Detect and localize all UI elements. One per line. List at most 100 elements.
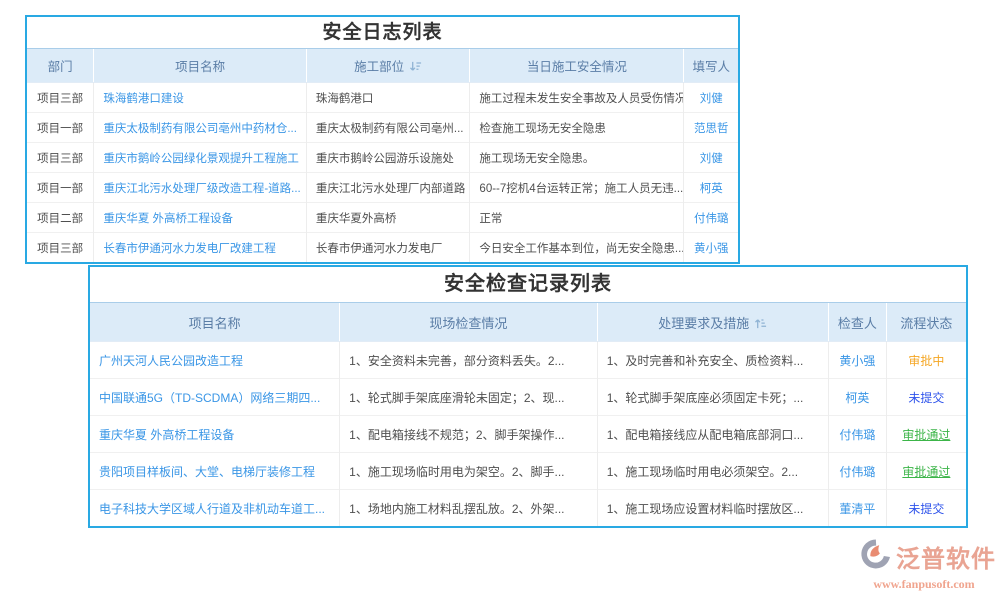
safety-log-title: 安全日志列表 bbox=[27, 17, 738, 49]
department-cell: 项目三部 bbox=[27, 143, 94, 173]
location-cell: 重庆市鹅岭公园游乐设施处 bbox=[306, 143, 470, 173]
inspection-cell: 1、场地内施工材料乱摆乱放。2、外架... bbox=[340, 490, 598, 527]
fanpu-url-text: www.fanpusoft.com bbox=[858, 577, 990, 592]
inspection-cell: 1、安全资料未完善，部分资料丢失。2... bbox=[340, 342, 598, 379]
project-link[interactable]: 电子科技大学区域人行道及非机动车道工... bbox=[90, 490, 340, 527]
department-cell: 项目二部 bbox=[27, 203, 94, 233]
measures-cell: 1、施工现场临时用电必须架空。2... bbox=[597, 453, 828, 490]
safety-status-cell: 施工现场无安全隐患。 bbox=[470, 143, 684, 173]
status-badge[interactable]: 未提交 bbox=[886, 379, 966, 416]
project-link[interactable]: 中国联通5G（TD-SCDMA）网络三期四... bbox=[90, 379, 340, 416]
measures-cell: 1、及时完善和补充安全、质检资料... bbox=[597, 342, 828, 379]
inspection-cell: 1、施工现场临时用电为架空。2、脚手... bbox=[340, 453, 598, 490]
measures-cell: 1、施工现场应设置材料临时摆放区... bbox=[597, 490, 828, 527]
header-label: 填写人 bbox=[692, 60, 730, 74]
writer-link[interactable]: 范思哲 bbox=[684, 113, 738, 143]
safety-check-title: 安全检查记录列表 bbox=[90, 267, 966, 303]
table-row: 重庆华夏 外高桥工程设备1、配电箱接线不规范；2、脚手架操作...1、配电箱接线… bbox=[90, 416, 966, 453]
table-row: 项目一部重庆江北污水处理厂级改造工程-道路...重庆江北污水处理厂内部道路60-… bbox=[27, 173, 738, 203]
writer-link[interactable]: 刘健 bbox=[684, 143, 738, 173]
measures-cell: 1、轮式脚手架底座必须固定卡死；... bbox=[597, 379, 828, 416]
writer-link[interactable]: 刘健 bbox=[684, 83, 738, 113]
project-link[interactable]: 重庆江北污水处理厂级改造工程-道路... bbox=[94, 173, 307, 203]
department-cell: 项目一部 bbox=[27, 113, 94, 143]
inspector-link[interactable]: 付伟璐 bbox=[828, 453, 886, 490]
table-row: 广州天河人民公园改造工程1、安全资料未完善，部分资料丢失。2...1、及时完善和… bbox=[90, 342, 966, 379]
header-label: 当日施工安全情况 bbox=[527, 60, 627, 74]
project-link[interactable]: 重庆华夏 外高桥工程设备 bbox=[90, 416, 340, 453]
inspector-link[interactable]: 董清平 bbox=[828, 490, 886, 527]
fanpu-leaf-logo-icon bbox=[858, 537, 892, 576]
location-cell: 重庆江北污水处理厂内部道路 bbox=[306, 173, 470, 203]
project-link[interactable]: 重庆市鹅岭公园绿化景观提升工程施工 bbox=[94, 143, 307, 173]
project-link[interactable]: 广州天河人民公园改造工程 bbox=[90, 342, 340, 379]
header-label: 部门 bbox=[48, 60, 73, 74]
inspector-link[interactable]: 柯英 bbox=[828, 379, 886, 416]
project-link[interactable]: 重庆太极制药有限公司亳州中药材仓... bbox=[94, 113, 307, 143]
project-link[interactable]: 重庆华夏 外高桥工程设备 bbox=[94, 203, 307, 233]
location-cell: 长春市伊通河水力发电厂 bbox=[306, 233, 470, 263]
safety-log-grid: 部门项目名称施工部位当日施工安全情况填写人 项目三部珠海鹤港口建设珠海鹤港口施工… bbox=[27, 49, 738, 262]
writer-link[interactable]: 黄小强 bbox=[684, 233, 738, 263]
inspector-link[interactable]: 黄小强 bbox=[828, 342, 886, 379]
project-link[interactable]: 长春市伊通河水力发电厂改建工程 bbox=[94, 233, 307, 263]
header-label: 处理要求及措施 bbox=[658, 316, 749, 331]
sort-asc-icon[interactable] bbox=[749, 316, 767, 331]
header-col-project-name: 项目名称 bbox=[90, 303, 340, 342]
table-row: 项目三部长春市伊通河水力发电厂改建工程长春市伊通河水力发电厂今日安全工作基本到位… bbox=[27, 233, 738, 263]
header-col-site-inspection: 现场检查情况 bbox=[340, 303, 598, 342]
safety-status-cell: 检查施工现场无安全隐患 bbox=[470, 113, 684, 143]
safety-check-table: 安全检查记录列表 项目名称 现场检查情况 处理要求及措施 检查人 流程状态 广州天河人民… bbox=[88, 265, 968, 528]
table-row: 贵阳项目样板间、大堂、电梯厅装修工程1、施工现场临时用电为架空。2、脚手...1… bbox=[90, 453, 966, 490]
writer-link[interactable]: 柯英 bbox=[684, 173, 738, 203]
header-col-department: 部门 bbox=[27, 49, 94, 83]
header-label: 项目名称 bbox=[175, 60, 225, 74]
project-link[interactable]: 贵阳项目样板间、大堂、电梯厅装修工程 bbox=[90, 453, 340, 490]
location-cell: 重庆太极制药有限公司亳州... bbox=[306, 113, 470, 143]
safety-status-cell: 今日安全工作基本到位，尚无安全隐患... bbox=[470, 233, 684, 263]
safety-status-cell: 60--7挖机4台运转正常；施工人员无违... bbox=[470, 173, 684, 203]
safety-status-cell: 施工过程未发生安全事故及人员受伤情况 bbox=[470, 83, 684, 113]
safety-check-header-row: 项目名称 现场检查情况 处理要求及措施 检查人 流程状态 bbox=[90, 303, 966, 342]
header-col-construction-part[interactable]: 施工部位 bbox=[306, 49, 470, 83]
safety-log-header-row: 部门 项目名称 施工部位 当日施工安全情况 填写人 bbox=[27, 49, 738, 83]
location-cell: 重庆华夏外高桥 bbox=[306, 203, 470, 233]
sort-desc-icon[interactable] bbox=[404, 60, 422, 74]
status-badge[interactable]: 审批中 bbox=[886, 342, 966, 379]
fanpu-brand-text: 泛普软件 bbox=[896, 539, 996, 574]
header-col-writer: 填写人 bbox=[684, 49, 738, 83]
status-badge[interactable]: 审批通过 bbox=[886, 416, 966, 453]
department-cell: 项目三部 bbox=[27, 233, 94, 263]
department-cell: 项目一部 bbox=[27, 173, 94, 203]
status-badge[interactable]: 审批通过 bbox=[886, 453, 966, 490]
header-col-measures[interactable]: 处理要求及措施 bbox=[597, 303, 828, 342]
status-badge[interactable]: 未提交 bbox=[886, 490, 966, 527]
header-col-flow-status: 流程状态 bbox=[886, 303, 966, 342]
fanpu-watermark: 泛普软件 www.fanpusoft.com bbox=[858, 537, 990, 592]
safety-status-cell: 正常 bbox=[470, 203, 684, 233]
safety-check-grid: 项目名称 现场检查情况 处理要求及措施 检查人 流程状态 广州天河人民公园改造工程1、安… bbox=[90, 303, 966, 526]
table-row: 项目三部珠海鹤港口建设珠海鹤港口施工过程未发生安全事故及人员受伤情况刘健 bbox=[27, 83, 738, 113]
table-row: 项目一部重庆太极制药有限公司亳州中药材仓...重庆太极制药有限公司亳州...检查… bbox=[27, 113, 738, 143]
header-label: 检查人 bbox=[838, 316, 877, 331]
safety-log-table: 安全日志列表 部门项目名称施工部位当日施工安全情况填写人 项目三部珠海鹤港口建设… bbox=[25, 15, 740, 264]
project-link[interactable]: 珠海鹤港口建设 bbox=[94, 83, 307, 113]
table-row: 项目二部重庆华夏 外高桥工程设备重庆华夏外高桥正常付伟璐 bbox=[27, 203, 738, 233]
measures-cell: 1、配电箱接线应从配电箱底部洞口... bbox=[597, 416, 828, 453]
inspection-cell: 1、配电箱接线不规范；2、脚手架操作... bbox=[340, 416, 598, 453]
header-label: 现场检查情况 bbox=[429, 316, 507, 331]
table-row: 项目三部重庆市鹅岭公园绿化景观提升工程施工重庆市鹅岭公园游乐设施处施工现场无安全… bbox=[27, 143, 738, 173]
location-cell: 珠海鹤港口 bbox=[306, 83, 470, 113]
header-label: 施工部位 bbox=[354, 60, 404, 74]
writer-link[interactable]: 付伟璐 bbox=[684, 203, 738, 233]
department-cell: 项目三部 bbox=[27, 83, 94, 113]
table-row: 中国联通5G（TD-SCDMA）网络三期四...1、轮式脚手架底座滑轮未固定；2… bbox=[90, 379, 966, 416]
header-col-inspector: 检查人 bbox=[828, 303, 886, 342]
inspection-cell: 1、轮式脚手架底座滑轮未固定；2、现... bbox=[340, 379, 598, 416]
header-col-daily-safety: 当日施工安全情况 bbox=[470, 49, 684, 83]
header-label: 流程状态 bbox=[900, 316, 952, 331]
header-col-project-name: 项目名称 bbox=[94, 49, 307, 83]
table-row: 电子科技大学区域人行道及非机动车道工...1、场地内施工材料乱摆乱放。2、外架.… bbox=[90, 490, 966, 527]
header-label: 项目名称 bbox=[189, 316, 241, 331]
inspector-link[interactable]: 付伟璐 bbox=[828, 416, 886, 453]
